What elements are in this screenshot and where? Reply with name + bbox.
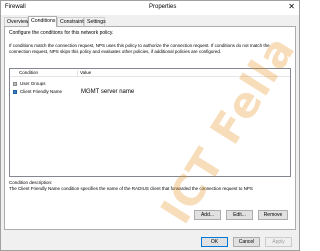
panel-intro: Configure the conditions for this networ… [9,30,114,36]
apply-button[interactable]: Apply [265,237,292,247]
condition-description: The Client Friendly Name condition speci… [9,186,253,191]
cancel-button[interactable]: Cancel [233,237,260,247]
condition-name: Client Friendly Name [20,89,63,94]
client-name-icon [13,90,17,94]
column-divider[interactable] [77,70,78,76]
table-row[interactable]: User Groups [11,80,289,88]
tab-settings[interactable]: Settings [84,17,106,26]
tab-conditions[interactable]: Conditions [28,16,57,27]
condition-name: User Groups [20,81,46,86]
conditions-table[interactable]: Condition Value User Groups Client Frien… [9,68,291,177]
tab-overview[interactable]: Overview [4,17,29,26]
title-bar: Firewall Properties ✕ [1,1,299,15]
conditions-panel: Configure the conditions for this networ… [4,26,296,230]
table-row[interactable]: Client Friendly Name MGMT server name [11,88,289,96]
header-value[interactable]: Value [80,69,91,76]
header-condition[interactable]: Condition [19,69,38,76]
condition-value: MGMT server name [81,89,135,95]
edit-button[interactable]: Edit... [226,210,253,220]
ok-button[interactable]: OK [201,237,228,247]
remove-button[interactable]: Remove [258,210,288,220]
properties-dialog: Firewall Properties ✕ Overview Condition… [0,0,300,251]
user-groups-icon [13,82,17,86]
add-button[interactable]: Add... [194,210,221,220]
window-title: Firewall [5,4,26,10]
condition-description-label: Condition description: [9,180,53,185]
tab-constraints[interactable]: Constraints [57,17,86,26]
close-icon[interactable]: ✕ [288,2,295,12]
window-subtitle: Properties [149,4,177,10]
table-header: Condition Value [10,69,290,77]
panel-description: If conditions match the connection reque… [9,43,270,54]
